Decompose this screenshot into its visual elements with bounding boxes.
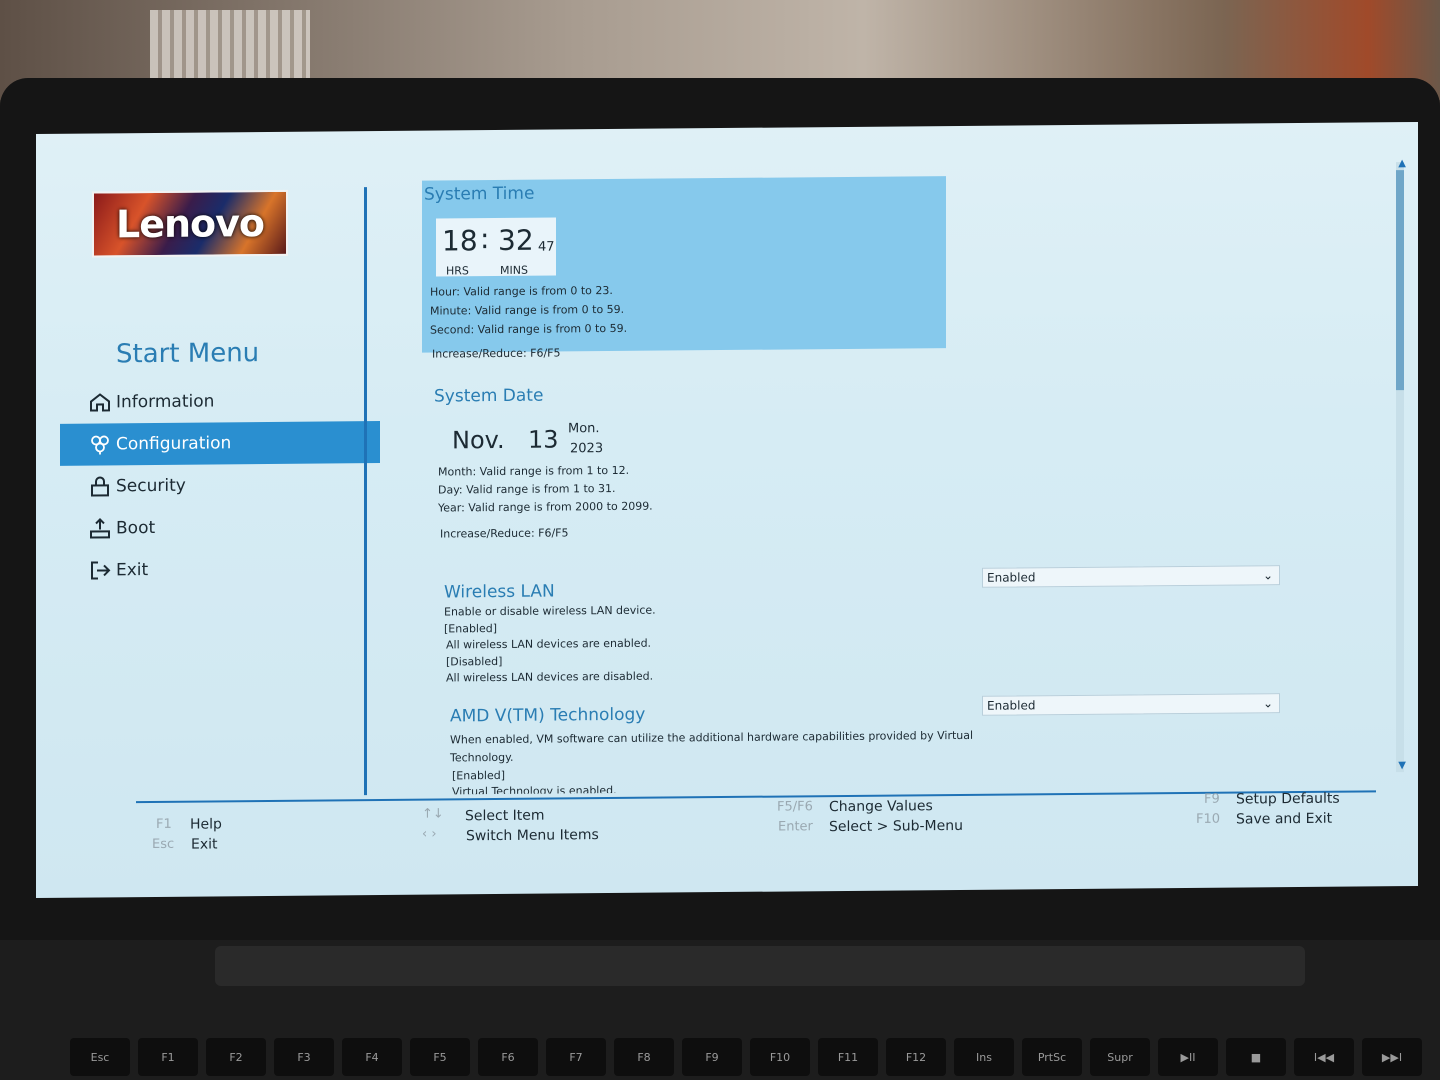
keyboard-key[interactable]: F12 <box>886 1038 946 1076</box>
lenovo-logo: Lenovo <box>92 189 288 258</box>
sidebar-item-information[interactable]: Information <box>60 379 380 424</box>
sidebar-item-configuration[interactable]: Configuration <box>60 421 380 466</box>
amd-vt-desc-4: Virtual Technology is enabled. <box>452 783 617 795</box>
configuration-icon <box>88 433 112 455</box>
f5f6-label: Change Values <box>829 798 933 816</box>
chevron-down-icon: ⌄ <box>1262 696 1273 711</box>
main-content: System Time 18 : 32 47 HRS MINS Hour: Va… <box>416 172 1416 794</box>
keyboard-key[interactable]: F2 <box>206 1038 266 1076</box>
keyboard-key[interactable]: F10 <box>750 1038 810 1076</box>
system-time-title: System Time <box>424 183 535 205</box>
date-year[interactable]: 2023 <box>570 441 603 456</box>
sidebar-nav: Information Configuration Security Boot … <box>60 379 380 592</box>
up-down-arrows-icon: ↑↓ <box>422 806 444 822</box>
bios-screen: Lenovo Start Menu Information Configurat… <box>36 121 1418 899</box>
keyboard-key[interactable]: F6 <box>478 1038 538 1076</box>
amd-vt-dropdown[interactable]: Enabled ⌄ <box>982 693 1280 716</box>
system-date-title: System Date <box>434 385 544 407</box>
scroll-up-icon[interactable]: ▲ <box>1398 158 1406 169</box>
minute-range-text: Minute: Valid range is from 0 to 59. <box>430 302 625 318</box>
date-weekday: Mon. <box>568 421 600 437</box>
sidebar-item-label: Security <box>116 475 186 497</box>
second-range-text: Second: Valid range is from 0 to 59. <box>430 321 628 337</box>
sidebar-item-label: Boot <box>116 517 156 539</box>
wireless-desc-5: All wireless LAN devices are disabled. <box>446 669 654 685</box>
keyboard-key[interactable]: Supr <box>1090 1038 1150 1076</box>
start-menu-title: Start Menu <box>116 338 260 370</box>
keyboard-key[interactable]: ▶▶I <box>1362 1038 1422 1076</box>
switch-menu-label: Switch Menu Items <box>466 827 599 845</box>
date-increase-reduce: Increase/Reduce: F6/F5 <box>440 526 569 541</box>
f5f6-key: F5/F6 <box>777 799 813 815</box>
f1-label: Help <box>190 816 222 833</box>
mins-label: MINS <box>500 263 528 277</box>
f1-key: F1 <box>156 816 172 832</box>
wireless-lan-title: Wireless LAN <box>444 581 555 603</box>
date-day[interactable]: 13 <box>528 425 559 453</box>
left-right-arrows-icon: ‹ › <box>422 826 437 842</box>
select-item-label: Select Item <box>465 807 545 825</box>
time-minutes[interactable]: 32 <box>498 224 534 257</box>
keyboard-key[interactable]: I◀◀ <box>1294 1038 1354 1076</box>
amd-vt-title: AMD V(TM) Technology <box>450 704 646 727</box>
boot-icon <box>88 517 112 539</box>
sidebar-divider <box>364 187 367 796</box>
time-separator: : <box>480 222 490 256</box>
keyboard-key[interactable]: F1 <box>138 1038 198 1076</box>
hour-range-text: Hour: Valid range is from 0 to 23. <box>430 283 613 299</box>
year-range-text: Year: Valid range is from 2000 to 2099. <box>438 499 653 515</box>
sidebar-item-label: Exit <box>116 560 149 581</box>
keyboard-key[interactable]: Ins <box>954 1038 1014 1076</box>
f9-label: Setup Defaults <box>1236 790 1340 808</box>
time-hours[interactable]: 18 <box>442 224 478 257</box>
keyboard-key[interactable]: F8 <box>614 1038 674 1076</box>
scroll-down-icon[interactable]: ▼ <box>1398 760 1406 771</box>
sidebar-item-exit[interactable]: Exit <box>60 547 380 592</box>
f10-key: F10 <box>1196 811 1221 827</box>
time-seconds[interactable]: 47 <box>538 240 555 255</box>
keyboard-key[interactable]: Esc <box>70 1038 130 1076</box>
keyboard-key[interactable]: ▶II <box>1158 1038 1218 1076</box>
keyboard-key[interactable]: F5 <box>410 1038 470 1076</box>
time-increase-reduce: Increase/Reduce: F6/F5 <box>432 346 561 361</box>
keyboard-key[interactable]: F11 <box>818 1038 878 1076</box>
keyboard-key[interactable]: F3 <box>274 1038 334 1076</box>
footer-help-bar: F1 Help Esc Exit ↑↓ Select Item ‹ › Swit… <box>36 790 1418 896</box>
sidebar-item-security[interactable]: Security <box>60 463 380 508</box>
home-icon <box>88 391 112 413</box>
logo-text: Lenovo <box>115 201 265 247</box>
hrs-label: HRS <box>446 264 469 278</box>
sidebar-item-label: Configuration <box>116 433 232 455</box>
chevron-down-icon: ⌄ <box>1262 568 1273 583</box>
keyboard-key[interactable]: ■ <box>1226 1038 1286 1076</box>
wireless-lan-value: Enabled <box>987 570 1036 585</box>
exit-icon <box>88 559 112 581</box>
keyboard-key[interactable]: F9 <box>682 1038 742 1076</box>
keyboard-key[interactable]: F7 <box>546 1038 606 1076</box>
amd-vt-desc-2: Technology. <box>450 750 514 765</box>
keyboard-key[interactable]: PrtSc <box>1022 1038 1082 1076</box>
date-month[interactable]: Nov. <box>452 426 505 454</box>
f9-key: F9 <box>1204 791 1220 807</box>
scrollbar-thumb[interactable] <box>1396 170 1404 391</box>
esc-label: Exit <box>191 836 218 853</box>
laptop-hinge <box>215 946 1305 986</box>
f10-label: Save and Exit <box>1236 810 1333 828</box>
lock-icon <box>88 475 112 497</box>
sidebar-item-boot[interactable]: Boot <box>60 505 380 550</box>
amd-vt-value: Enabled <box>987 698 1036 713</box>
esc-key: Esc <box>152 836 175 853</box>
enter-key: Enter <box>778 819 813 835</box>
scrollbar[interactable] <box>1396 162 1404 773</box>
sidebar-item-label: Information <box>116 391 215 413</box>
wireless-lan-dropdown[interactable]: Enabled ⌄ <box>982 565 1280 588</box>
radiator <box>150 10 310 80</box>
enter-label: Select > Sub-Menu <box>829 817 963 836</box>
keyboard-key[interactable]: F4 <box>342 1038 402 1076</box>
keyboard-function-row: Esc F1 F2 F3 F4 F5 F6 F7 F8 F9 F10 F11 F… <box>70 1038 1440 1080</box>
amd-vt-desc-1: When enabled, VM software can utilize th… <box>450 728 974 747</box>
